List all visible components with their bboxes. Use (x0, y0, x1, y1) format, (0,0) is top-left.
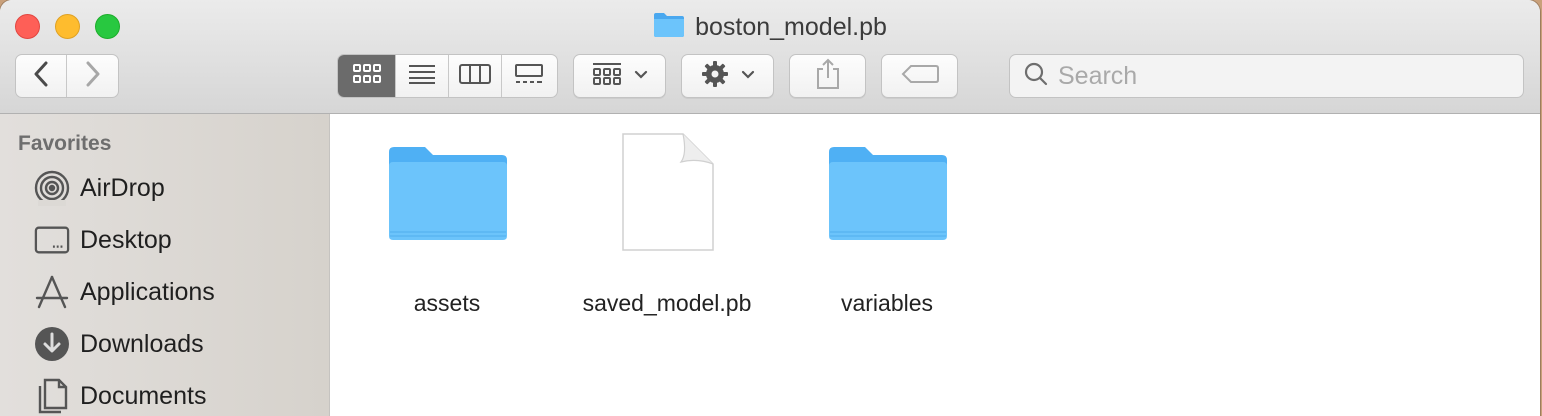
search-placeholder: Search (1058, 61, 1138, 90)
sidebar (0, 114, 330, 416)
column-view-icon (458, 63, 491, 90)
folder-icon (827, 144, 949, 249)
sidebar-item-label: Applications (80, 277, 215, 306)
sidebar-item-label: Desktop (80, 225, 172, 254)
gear-icon (701, 60, 729, 93)
gallery-view-icon (514, 63, 544, 90)
desktop-icon (34, 222, 70, 258)
downloads-icon (34, 326, 70, 362)
documents-icon (34, 378, 70, 414)
action-menu-button[interactable] (681, 54, 774, 98)
finder-window: boston_model.pb Search Favorites AirDrop… (0, 0, 1540, 416)
view-mode-control (337, 54, 558, 98)
icon-view-icon (352, 63, 382, 90)
window-title-area: boston_model.pb (0, 12, 1540, 42)
chevron-down-icon (634, 67, 648, 85)
sidebar-item-documents[interactable]: Documents (34, 376, 206, 416)
file-item-saved-model[interactable]: saved_model.pb (557, 130, 777, 320)
group-by-icon (592, 62, 622, 91)
folder-icon (653, 11, 685, 43)
folder-item-variables[interactable]: variables (777, 130, 997, 320)
forward-button[interactable] (67, 55, 118, 97)
list-view-button[interactable] (396, 55, 449, 97)
sidebar-item-downloads[interactable]: Downloads (34, 324, 204, 364)
chevron-left-icon (33, 61, 49, 92)
folder-icon (387, 144, 509, 249)
icon-view-button[interactable] (338, 55, 397, 97)
sidebar-item-desktop[interactable]: Desktop (34, 220, 172, 260)
sidebar-item-label: Downloads (80, 329, 204, 358)
file-name: saved_model.pb (582, 290, 752, 316)
group-by-button[interactable] (573, 54, 666, 98)
sidebar-item-applications[interactable]: Applications (34, 272, 215, 312)
sidebar-item-label: AirDrop (80, 173, 165, 202)
chevron-down-icon (741, 67, 755, 85)
share-icon (815, 58, 841, 95)
navigation-buttons (15, 54, 119, 98)
tag-button[interactable] (881, 54, 958, 98)
gallery-view-button[interactable] (502, 55, 557, 97)
file-browser-content: assets saved_model.pb variables (330, 114, 1540, 416)
title-bar: boston_model.pb Search (0, 0, 1540, 114)
sidebar-heading-favorites: Favorites (18, 132, 112, 155)
list-view-icon (408, 64, 436, 89)
back-button[interactable] (16, 55, 68, 97)
document-icon (621, 132, 715, 257)
applications-icon (34, 274, 70, 310)
search-field[interactable]: Search (1009, 54, 1524, 98)
chevron-right-icon (85, 61, 101, 92)
share-button[interactable] (789, 54, 866, 98)
column-view-button[interactable] (449, 55, 502, 97)
file-name: assets (413, 290, 481, 316)
folder-item-assets[interactable]: assets (337, 130, 557, 320)
airdrop-icon (34, 170, 70, 206)
sidebar-item-label: Documents (80, 381, 207, 410)
tag-icon (901, 64, 939, 89)
window-title: boston_model.pb (695, 12, 887, 41)
file-name: variables (840, 290, 934, 316)
search-icon (1024, 62, 1048, 91)
sidebar-item-airdrop[interactable]: AirDrop (34, 168, 165, 208)
